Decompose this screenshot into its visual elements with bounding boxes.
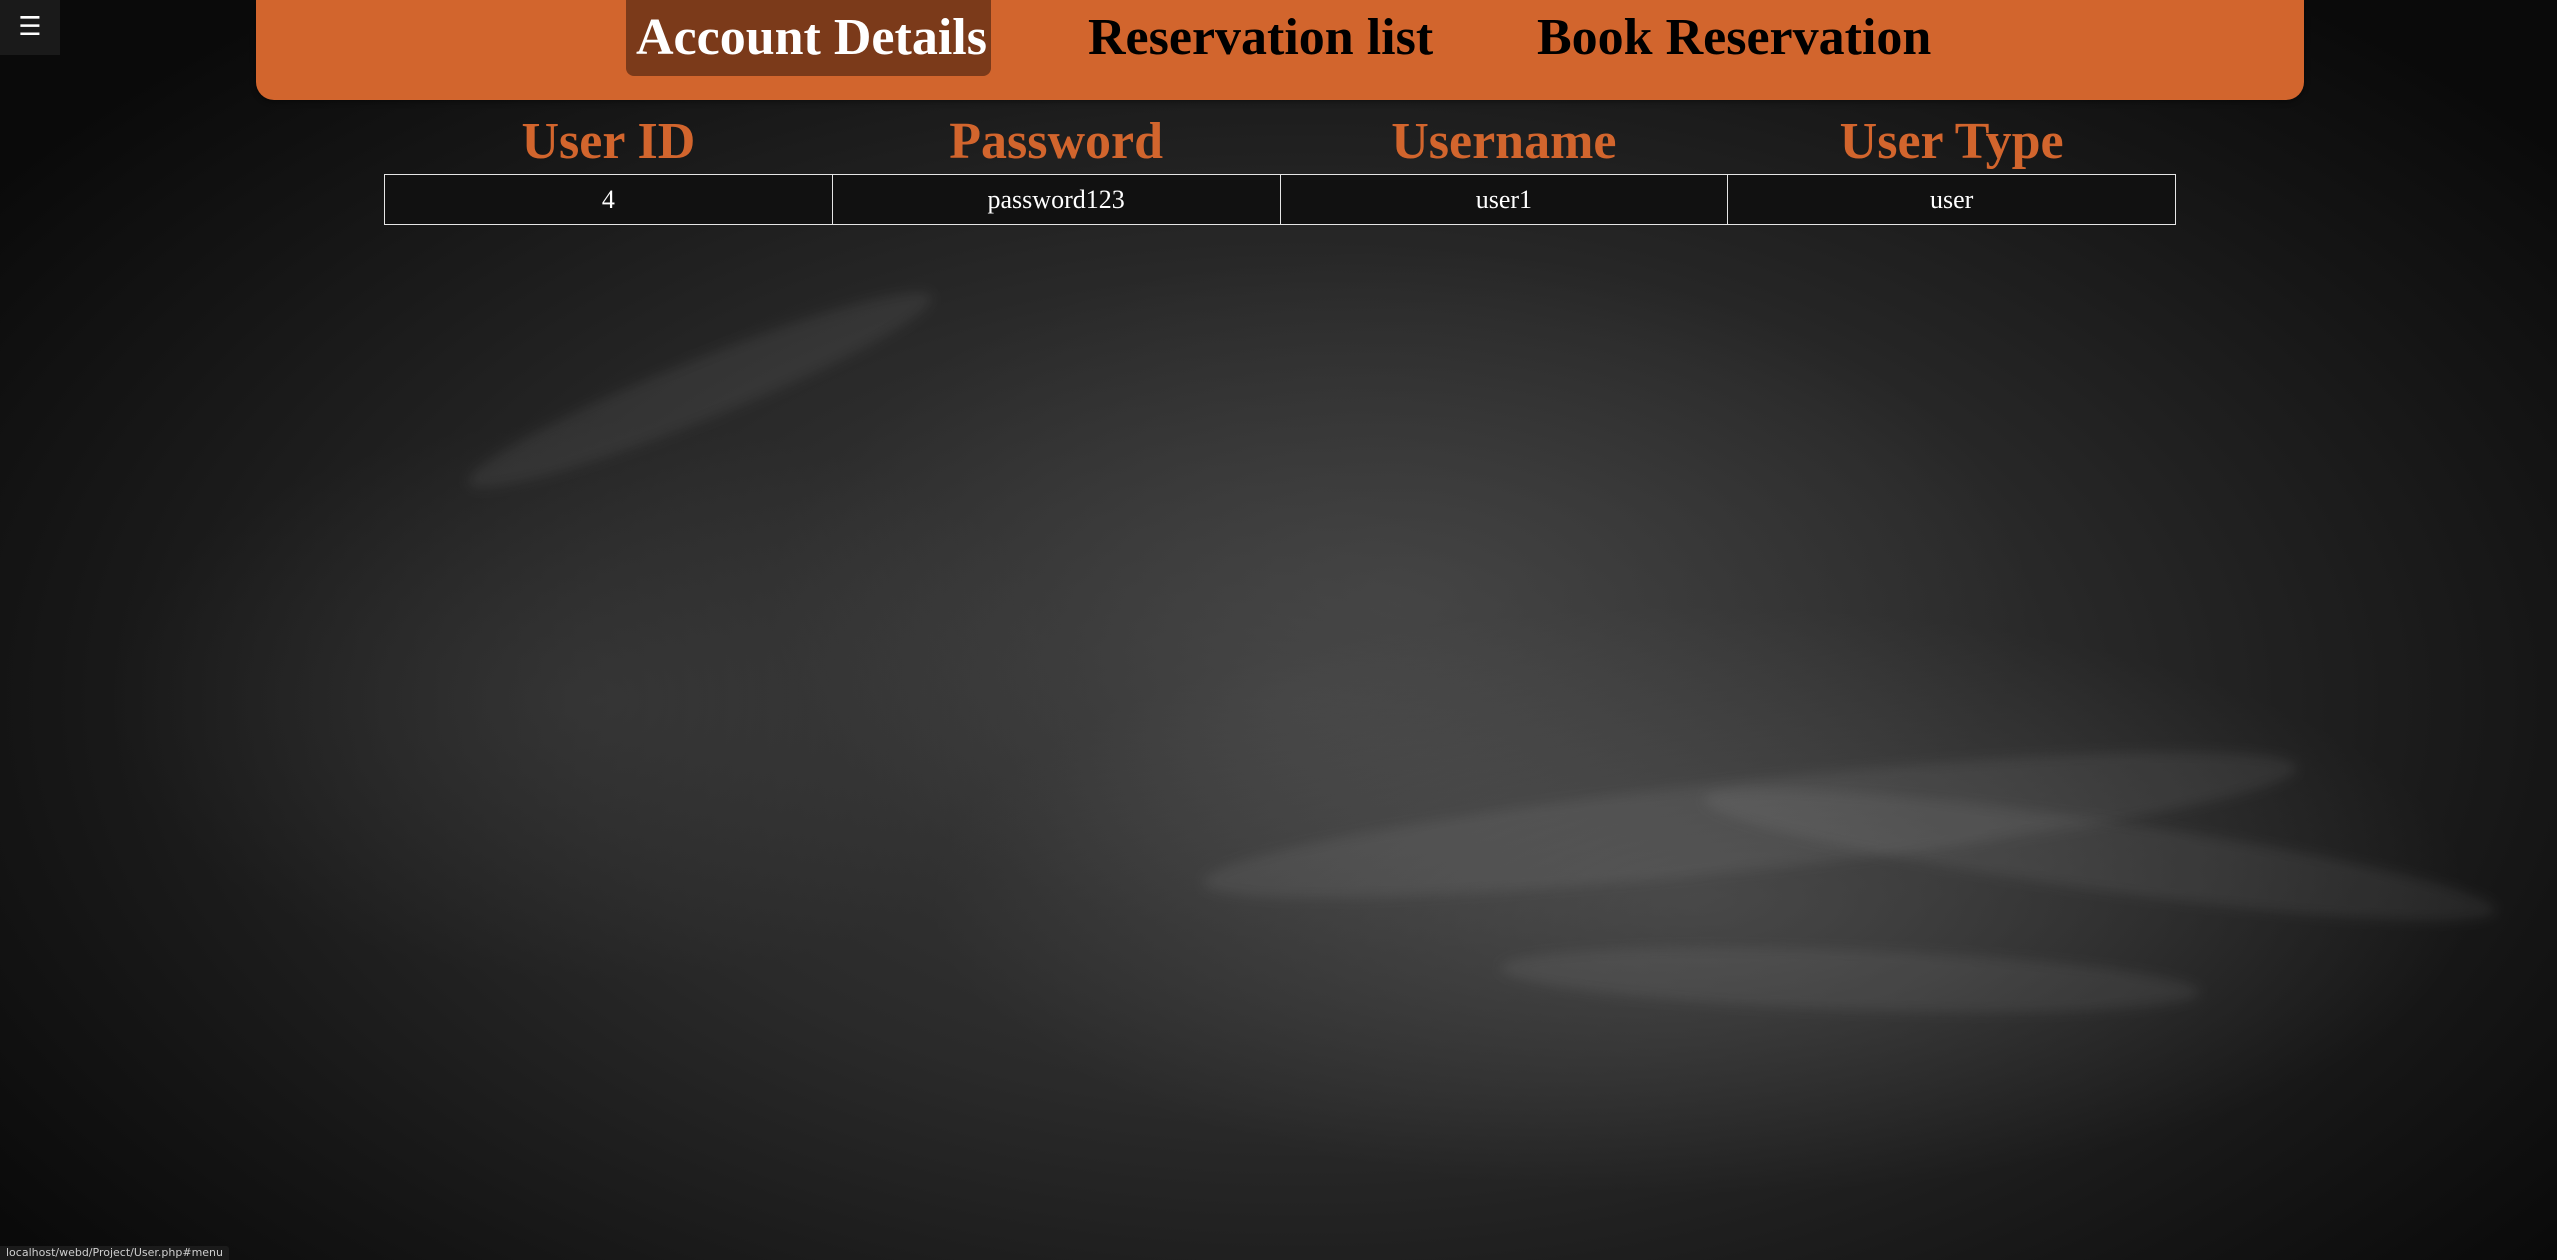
nav-tab-account-details[interactable]: Account Details xyxy=(626,0,991,76)
menu-toggle-button[interactable]: ☰ xyxy=(0,0,60,55)
table-header-row: User ID Password Username User Type xyxy=(385,110,2176,175)
account-details-table: User ID Password Username User Type 4 pa… xyxy=(384,110,2176,225)
cell-password: password123 xyxy=(831,174,1281,225)
cell-user-type: user xyxy=(1727,174,2176,225)
cell-username: user1 xyxy=(1279,174,1729,225)
nav-tab-book-reservation[interactable]: Book Reservation xyxy=(1527,0,1941,76)
status-bar-url: localhost/webd/Project/User.php#menu xyxy=(0,1246,229,1260)
nav-tab-reservation-list[interactable]: Reservation list xyxy=(1078,0,1443,76)
column-header-username: Username xyxy=(1391,113,1617,170)
column-header-user-id: User ID xyxy=(521,113,696,170)
column-header-password: Password xyxy=(949,113,1164,170)
column-header-user-type: User Type xyxy=(1839,113,2064,170)
top-navigation-bar: Account Details Reservation list Book Re… xyxy=(256,0,2304,100)
cell-user-id: 4 xyxy=(384,174,833,225)
chalk-texture xyxy=(1499,937,2201,1023)
table-row: 4 password123 user1 user xyxy=(384,174,2176,225)
hamburger-menu-icon: ☰ xyxy=(18,12,42,42)
chalk-texture xyxy=(456,268,944,512)
